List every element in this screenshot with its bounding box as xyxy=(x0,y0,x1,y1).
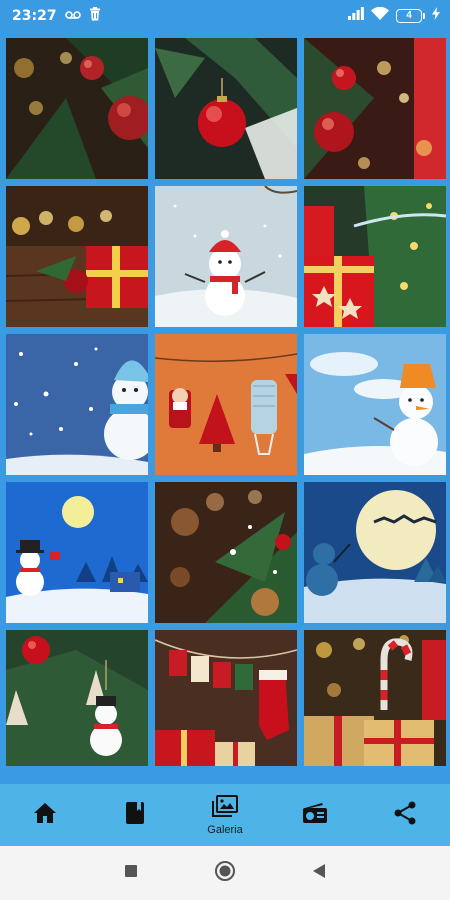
wallpaper-gallery xyxy=(0,32,450,784)
nav-gallery[interactable]: Galeria xyxy=(180,784,270,846)
radio-icon xyxy=(302,802,328,829)
status-time: 23:27 xyxy=(12,8,57,24)
battery-level: 4 xyxy=(396,9,422,23)
nav-home[interactable] xyxy=(0,784,90,846)
signal-icon xyxy=(348,7,364,25)
nav-gallery-label: Galeria xyxy=(207,823,243,836)
system-home-button[interactable] xyxy=(213,860,237,887)
home-circle-icon xyxy=(214,860,236,887)
share-icon xyxy=(393,801,417,830)
gallery-image-15[interactable] xyxy=(304,630,446,766)
gallery-image-7[interactable] xyxy=(6,334,148,475)
back-button[interactable] xyxy=(307,861,331,885)
gallery-image-11[interactable] xyxy=(155,482,297,623)
system-navigation-bar xyxy=(0,846,450,900)
charging-bolt-icon xyxy=(432,7,440,25)
gallery-image-9[interactable] xyxy=(304,334,446,475)
gallery-icon xyxy=(212,794,238,822)
gallery-image-10[interactable] xyxy=(6,482,148,623)
status-bar: 23:27 4 xyxy=(0,0,450,32)
recents-button[interactable] xyxy=(119,861,143,885)
recents-square-icon xyxy=(124,864,138,883)
gallery-image-6[interactable] xyxy=(304,186,446,327)
book-icon xyxy=(125,801,145,830)
gallery-image-2[interactable] xyxy=(155,38,297,179)
nav-radio[interactable] xyxy=(270,784,360,846)
voicemail-icon xyxy=(64,7,81,25)
wifi-icon xyxy=(371,6,389,25)
gallery-image-4[interactable] xyxy=(6,186,148,327)
back-triangle-icon xyxy=(312,863,326,884)
nav-share[interactable] xyxy=(360,784,450,846)
gallery-image-14[interactable] xyxy=(155,630,297,766)
gallery-image-8[interactable] xyxy=(155,334,297,475)
home-icon xyxy=(33,802,57,829)
gallery-image-12[interactable] xyxy=(304,482,446,623)
trash-icon xyxy=(89,6,101,26)
battery-icon: 4 xyxy=(396,9,425,23)
gallery-image-1[interactable] xyxy=(6,38,148,179)
gallery-image-13[interactable] xyxy=(6,630,148,766)
bottom-navigation: Galeria xyxy=(0,784,450,846)
nav-book[interactable] xyxy=(90,784,180,846)
gallery-image-3[interactable] xyxy=(304,38,446,179)
gallery-image-5[interactable] xyxy=(155,186,297,327)
